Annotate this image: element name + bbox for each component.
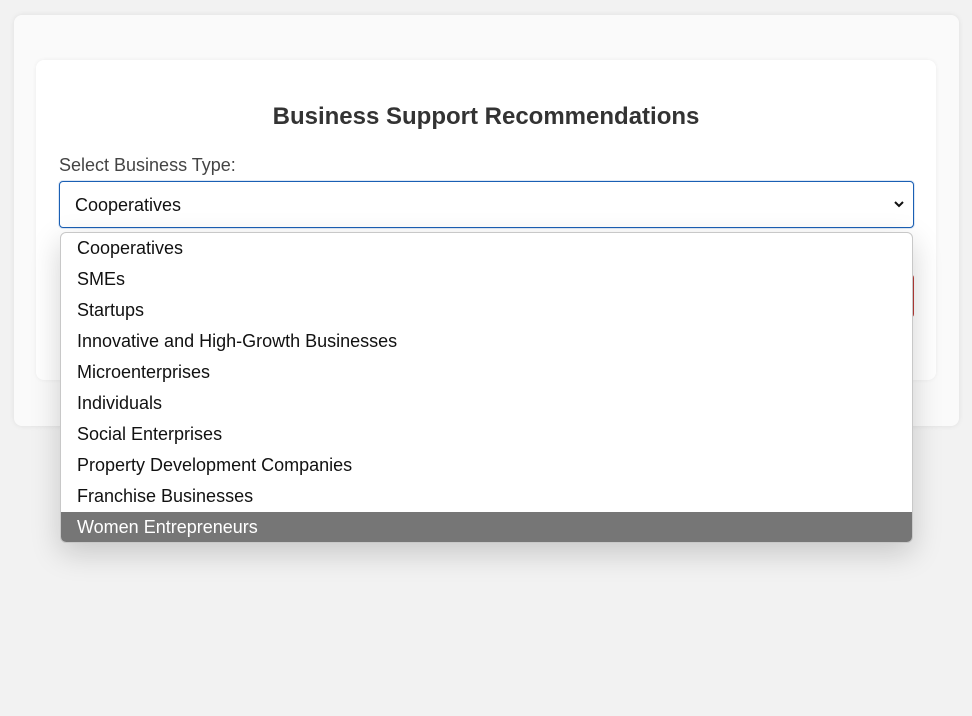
option-startups[interactable]: Startups xyxy=(61,295,912,326)
option-individuals[interactable]: Individuals xyxy=(61,388,912,419)
option-social-enterprises[interactable]: Social Enterprises xyxy=(61,419,912,450)
option-innovative-high-growth[interactable]: Innovative and High-Growth Businesses xyxy=(61,326,912,357)
business-type-label: Select Business Type: xyxy=(59,155,236,175)
page-title: Business Support Recommendations xyxy=(272,103,700,130)
option-property-development[interactable]: Property Development Companies xyxy=(61,450,912,481)
chevron-down-icon xyxy=(894,201,904,208)
option-smes[interactable]: SMEs xyxy=(61,264,912,295)
option-microenterprises[interactable]: Microenterprises xyxy=(61,357,912,388)
option-franchise-businesses[interactable]: Franchise Businesses xyxy=(61,481,912,512)
option-women-entrepreneurs[interactable]: Women Entrepreneurs xyxy=(61,512,912,542)
business-type-dropdown[interactable]: Cooperatives SMEs Startups Innovative an… xyxy=(60,232,913,543)
selected-business-type: Cooperatives xyxy=(75,195,182,215)
business-type-select[interactable]: Cooperatives xyxy=(59,181,914,228)
option-cooperatives[interactable]: Cooperatives xyxy=(61,233,912,264)
